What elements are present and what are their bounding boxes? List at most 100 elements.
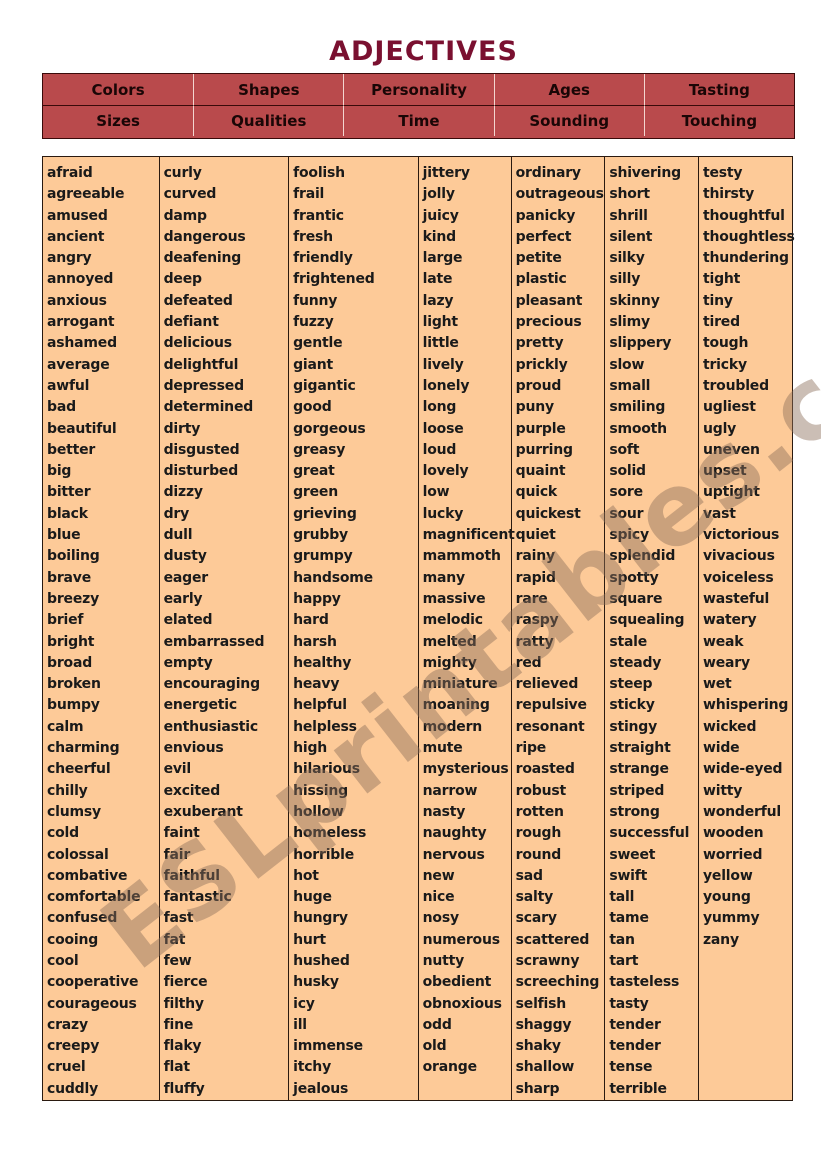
adjective-word: great <box>293 463 335 480</box>
adjective-word: slimy <box>609 314 650 331</box>
adjective-word: arrogant <box>47 314 115 331</box>
adjective-word: defiant <box>163 314 219 331</box>
adjective-word: voiceless <box>702 569 774 586</box>
adjective-word: yellow <box>702 867 753 884</box>
adjective-word: sweet <box>609 846 656 863</box>
adjective-word: filthy <box>163 995 204 1012</box>
adjective-word: delightful <box>163 356 239 373</box>
adjective-word: courageous <box>47 995 137 1012</box>
adjective-word: thundering <box>702 250 789 267</box>
adjective-word: homeless <box>293 825 367 842</box>
adjective-word: hushed <box>293 952 350 969</box>
adjective-word: silky <box>609 250 645 267</box>
adjective-word: charming <box>47 740 120 757</box>
adjective-word: dangerous <box>163 228 246 245</box>
adjective-word: pretty <box>515 335 564 352</box>
adjective-word: shaky <box>515 1038 561 1055</box>
adjective-word: cooing <box>47 931 99 948</box>
adjective-word: zany <box>702 931 739 948</box>
adjective-word: melodic <box>422 612 483 629</box>
category-cell: Personality <box>343 74 493 105</box>
adjective-word: panicky <box>515 207 576 224</box>
adjective-word: wasteful <box>702 590 770 607</box>
adjective-word: frightened <box>293 271 375 288</box>
adjective-word: cuddly <box>47 1080 99 1097</box>
adjective-word: upset <box>702 463 747 480</box>
adjective-word: sharp <box>515 1080 560 1097</box>
adjective-word: uneven <box>702 441 760 458</box>
category-cell: Ages <box>493 74 644 105</box>
word-column: afraid agreeable amused ancient angry annoyed… <box>43 157 159 1100</box>
adjective-word: friendly <box>293 250 353 267</box>
adjective-word: nervous <box>422 846 485 863</box>
adjective-word: nutty <box>422 952 465 969</box>
adjective-word: annoyed <box>47 271 114 288</box>
adjective-word: frantic <box>293 207 344 224</box>
adjective-word: fresh <box>293 228 333 245</box>
adjective-word: thirsty <box>702 186 755 203</box>
adjective-word: raspy <box>515 612 559 629</box>
adjective-word: curly <box>163 165 202 181</box>
adjective-word: energetic <box>163 697 238 714</box>
adjective-word: blue <box>47 527 81 544</box>
adjective-word: wicked <box>702 718 757 735</box>
adjective-word: fluffy <box>163 1080 205 1097</box>
adjective-word: rainy <box>515 548 555 565</box>
adjective-word: brave <box>47 569 91 586</box>
adjective-word: miniature <box>422 676 498 693</box>
adjective-word: damp <box>163 207 207 224</box>
adjective-table: afraid agreeable amused ancient angry annoyed… <box>42 156 795 1101</box>
adjective-word: harsh <box>293 633 337 650</box>
adjective-word: shaggy <box>515 1016 572 1033</box>
adjective-word: testy <box>702 165 743 181</box>
adjective-word: fat <box>163 931 186 948</box>
adjective-word: husky <box>293 974 339 991</box>
adjective-word: clumsy <box>47 803 101 820</box>
adjective-word: soft <box>609 441 640 458</box>
adjective-word: successful <box>609 825 690 842</box>
adjective-word: ugly <box>702 420 737 437</box>
adjective-word: few <box>163 952 192 969</box>
adjective-word: fine <box>163 1016 194 1033</box>
adjective-word: petite <box>515 250 562 267</box>
adjective-word: huge <box>293 889 332 906</box>
adjective-word: creepy <box>47 1038 100 1055</box>
category-table: Colors Shapes Personality Ages Tasting Sizes Q… <box>42 73 795 139</box>
adjective-word: orange <box>422 1059 477 1076</box>
adjective-word: scattered <box>515 931 590 948</box>
adjective-word: large <box>422 250 463 267</box>
adjective-word: quick <box>515 484 558 501</box>
adjective-word: stale <box>609 633 648 650</box>
adjective-word: solid <box>609 463 646 480</box>
adjective-word: skinny <box>609 292 660 309</box>
adjective-word: frail <box>293 186 325 203</box>
adjective-word: low <box>422 484 450 501</box>
adjective-word: rough <box>515 825 562 842</box>
adjective-word: lonely <box>422 377 470 394</box>
adjective-word: encouraging <box>163 676 261 693</box>
adjective-word: scrawny <box>515 952 580 969</box>
adjective-word: wonderful <box>702 803 781 820</box>
adjective-word: strange <box>609 761 669 778</box>
adjective-word: hissing <box>293 782 348 799</box>
adjective-word: smooth <box>609 420 667 437</box>
adjective-word: dry <box>163 505 190 522</box>
adjective-word: embarrassed <box>163 633 265 650</box>
adjective-word: pleasant <box>515 292 583 309</box>
adjective-word: tender <box>609 1038 661 1055</box>
adjective-word: moaning <box>422 697 490 714</box>
adjective-word: gigantic <box>293 377 356 394</box>
adjective-word: beautiful <box>47 420 117 437</box>
adjective-word: red <box>515 654 542 671</box>
adjective-word: grieving <box>293 505 357 522</box>
adjective-word: quaint <box>515 463 566 480</box>
adjective-word: broad <box>47 654 93 671</box>
adjective-word: ashamed <box>47 335 117 352</box>
adjective-word: thoughtless <box>702 228 795 245</box>
adjective-word: troubled <box>702 377 769 394</box>
adjective-word: lazy <box>422 292 454 309</box>
adjective-word: juicy <box>422 207 459 224</box>
adjective-word: selfish <box>515 995 567 1012</box>
adjective-word: tame <box>609 910 649 927</box>
adjective-word: salty <box>515 889 554 906</box>
